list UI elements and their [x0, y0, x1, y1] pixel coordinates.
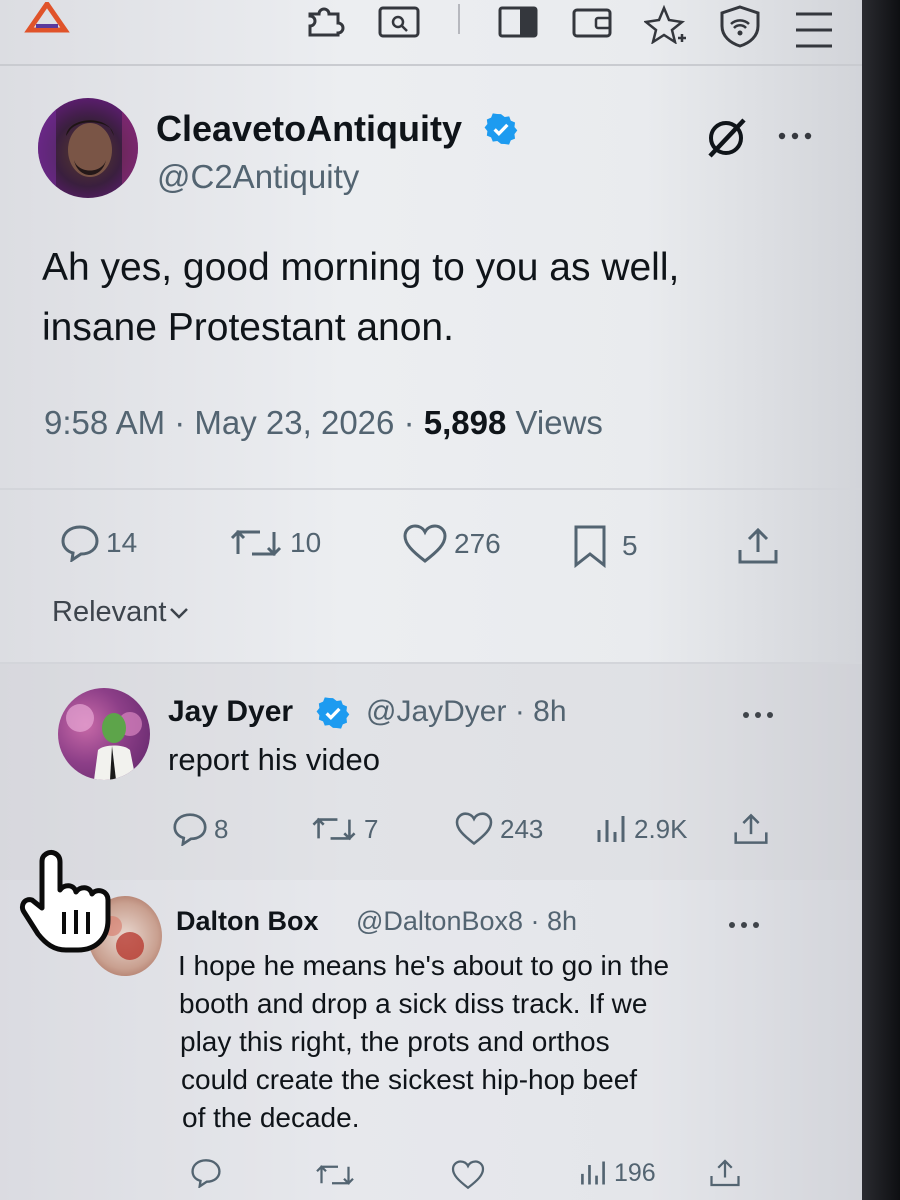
views-count: 2.9K — [634, 813, 688, 844]
menu-icon[interactable] — [792, 8, 836, 57]
reply-text-line: I hope he means he's about to go in the — [178, 950, 670, 981]
tweet-text-line-2: insane Protestant anon. — [42, 306, 454, 349]
wallet-icon[interactable] — [570, 4, 616, 45]
views-count: 5,898 — [423, 404, 507, 441]
tweet-time[interactable]: 9:58 AM — [44, 404, 165, 441]
reply-button[interactable]: 14 — [60, 524, 137, 562]
reply-text-line: could create the sickest hip-hop beef — [181, 1064, 638, 1095]
reply-sort-dropdown[interactable]: Relevant — [52, 596, 190, 629]
reply-button[interactable]: 8 — [172, 812, 228, 846]
avatar[interactable] — [58, 688, 150, 780]
extensions-icon[interactable] — [304, 4, 350, 43]
bookmark-count: 5 — [622, 530, 638, 561]
toolbar-separator — [458, 4, 460, 34]
vpn-shield-icon[interactable] — [718, 4, 764, 53]
like-count: 276 — [454, 528, 501, 559]
like-button[interactable] — [450, 1160, 486, 1190]
reply-count: 8 — [214, 813, 229, 844]
repost-button[interactable] — [314, 1160, 356, 1190]
more-options-icon[interactable] — [776, 128, 816, 149]
repost-count: 10 — [290, 527, 322, 558]
like-button[interactable]: 276 — [402, 524, 501, 564]
search-tab-icon[interactable] — [376, 4, 422, 45]
verified-badge-icon — [316, 696, 350, 735]
tweet-meta: 9:58 AM · May 23, 2026 · 5,898 Views — [44, 404, 603, 441]
views-button[interactable]: 2.9K — [594, 812, 688, 846]
tweet-text-line-1: Ah yes, good morning to you as well, — [42, 246, 680, 289]
toolbar-divider — [0, 64, 862, 66]
like-count: 243 — [500, 813, 544, 844]
reply-text: report his video — [168, 742, 380, 777]
repost-count: 7 — [364, 813, 379, 844]
more-options-icon[interactable] — [726, 918, 762, 937]
reply-button[interactable] — [190, 1158, 222, 1188]
sort-label: Relevant — [52, 596, 167, 628]
grok-icon[interactable] — [702, 114, 752, 165]
share-button[interactable] — [708, 1158, 742, 1188]
monitor-bezel — [862, 0, 900, 1200]
views-chart-icon — [597, 816, 625, 842]
reply-handle-time[interactable]: @DaltonBox8 · 8h — [356, 906, 577, 937]
avatar[interactable] — [38, 98, 138, 198]
views-chart-icon — [581, 1161, 605, 1185]
views-button[interactable]: 196 — [578, 1158, 656, 1188]
repost-button[interactable]: 10 — [228, 524, 321, 562]
views-count: 196 — [614, 1158, 656, 1187]
reply-display-name[interactable]: Dalton Box — [176, 906, 319, 937]
reply-text-line: booth and drop a sick diss track. If we — [179, 988, 648, 1019]
reply-count: 14 — [106, 527, 138, 558]
more-options-icon[interactable] — [740, 708, 776, 727]
divider — [0, 488, 862, 490]
verified-badge-icon — [484, 112, 518, 151]
browser-toolbar — [0, 0, 862, 62]
views-label: Views — [515, 404, 603, 441]
brave-logo-icon[interactable] — [24, 0, 70, 39]
reply-text-line: play this right, the prots and orthos — [180, 1026, 610, 1057]
display-name[interactable]: CleavetoAntiquity — [156, 108, 462, 150]
tweet-date[interactable]: May 23, 2026 — [194, 404, 394, 441]
reply-display-name[interactable]: Jay Dyer — [168, 695, 293, 729]
like-button[interactable]: 243 — [454, 812, 543, 846]
bookmark-button[interactable]: 5 — [572, 524, 638, 568]
share-button[interactable] — [732, 812, 770, 846]
hand-cursor-icon — [18, 846, 118, 961]
handle[interactable]: @C2Antiquity — [157, 158, 359, 196]
leo-ai-icon[interactable] — [642, 4, 690, 49]
sidebar-icon[interactable] — [496, 4, 542, 45]
browser-window: CleavetoAntiquity @C2Antiquity Ah yes, g… — [0, 0, 862, 1200]
reply-handle-time[interactable]: @JayDyer · 8h — [366, 695, 567, 729]
chevron-down-icon — [170, 607, 189, 619]
divider — [0, 662, 862, 664]
reply-text-line: of the decade. — [182, 1102, 360, 1133]
share-button[interactable] — [736, 526, 780, 566]
repost-button[interactable]: 7 — [310, 812, 378, 846]
